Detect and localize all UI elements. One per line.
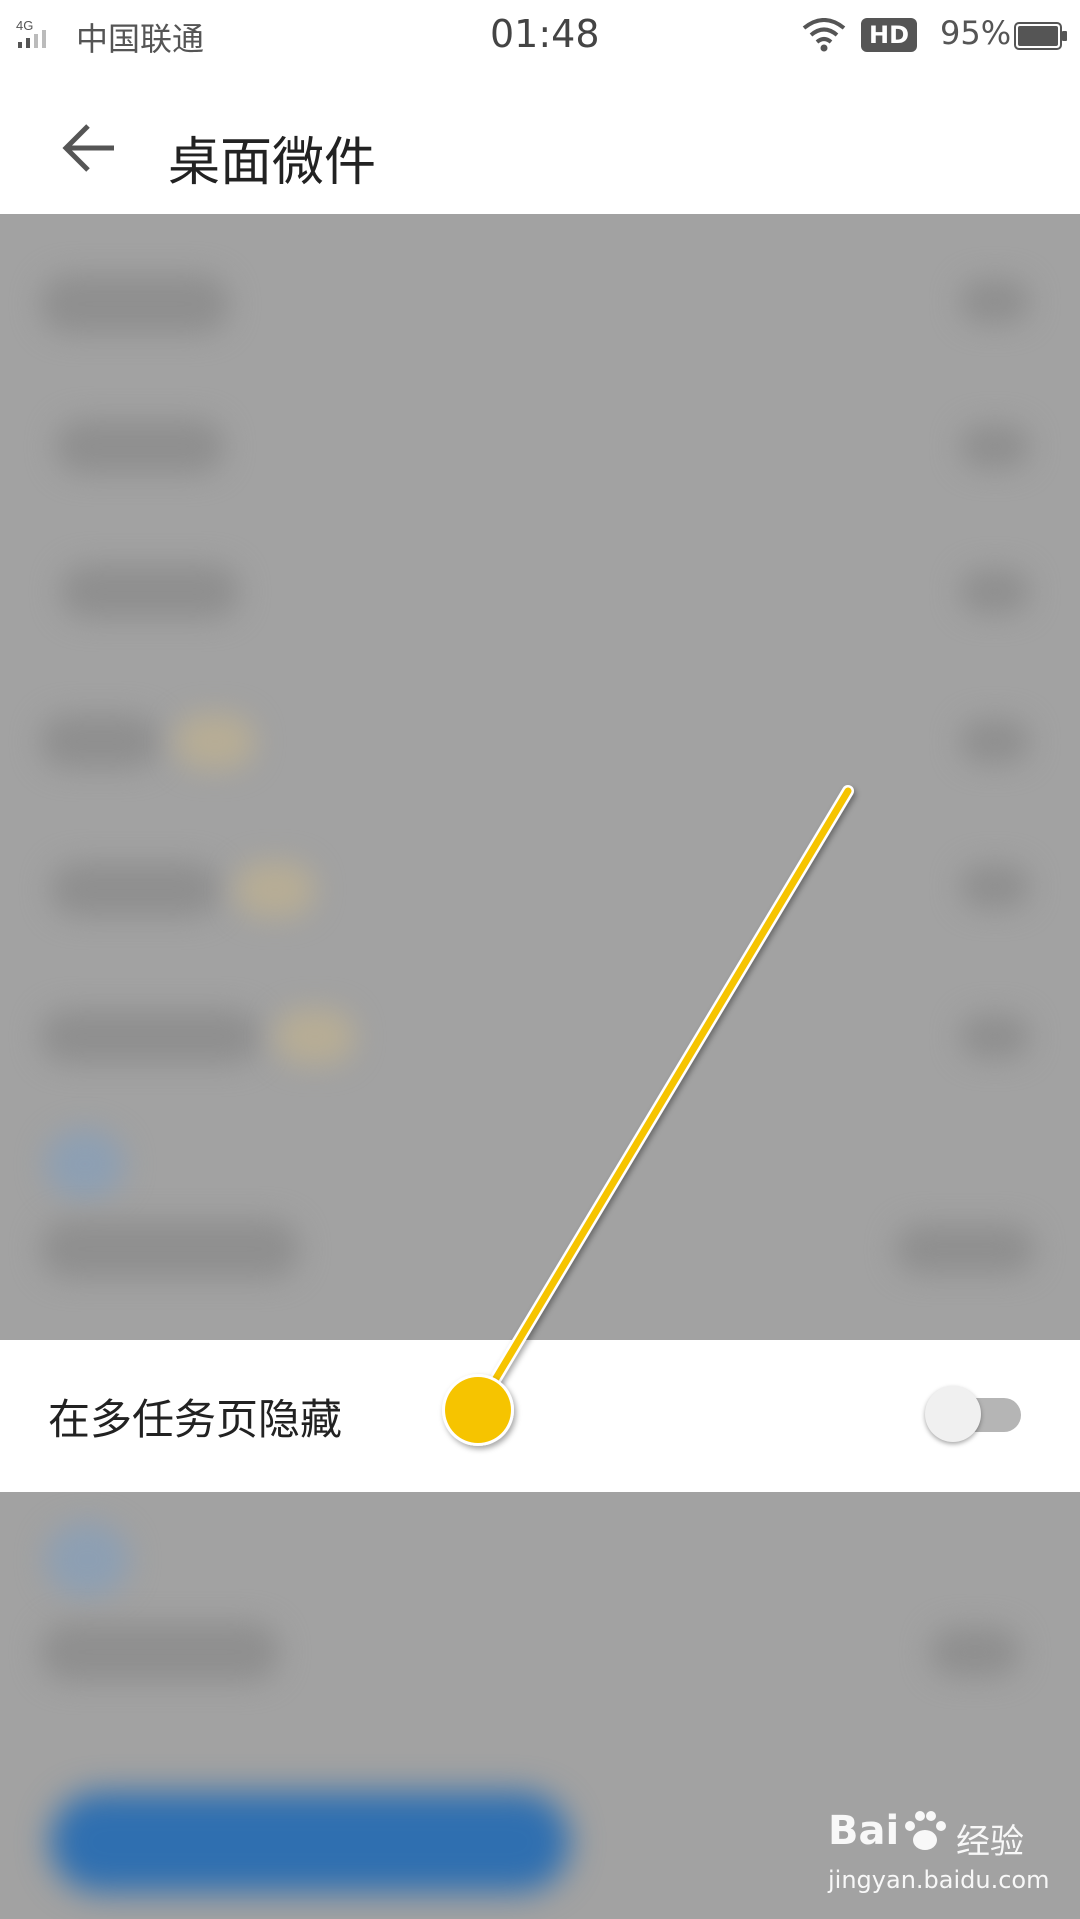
watermark-url: jingyan.baidu.com bbox=[828, 1866, 1050, 1894]
carrier-name: 中国联通 bbox=[76, 20, 205, 58]
signal-icon: 4G bbox=[16, 18, 46, 48]
blurred-action-button bbox=[50, 1792, 570, 1892]
battery-percent: 95% bbox=[940, 14, 1012, 52]
watermark-brand: Bai bbox=[828, 1808, 900, 1854]
setting-label: 在多任务页隐藏 bbox=[48, 1395, 343, 1444]
wifi-icon bbox=[802, 18, 846, 52]
dimmed-settings-content bbox=[0, 214, 1080, 1340]
watermark-brand-cn: 经验 bbox=[956, 1822, 1024, 1862]
network-type-label: 4G bbox=[16, 18, 33, 33]
page-title: 桌面微件 bbox=[168, 133, 377, 193]
clock: 01:48 bbox=[490, 12, 600, 56]
hd-badge: HD bbox=[861, 18, 917, 52]
status-bar: 4G 中国联通 01:48 HD 95% bbox=[0, 0, 1080, 72]
toggle-thumb bbox=[925, 1386, 981, 1442]
hide-in-multitask-toggle[interactable] bbox=[925, 1384, 1025, 1444]
paw-logo-icon bbox=[905, 1811, 946, 1850]
app-bar: 桌面微件 bbox=[0, 72, 1080, 214]
baidu-watermark: Bai 经验 jingyan.baidu.com bbox=[828, 1800, 1068, 1910]
setting-row-hide-in-multitask[interactable]: 在多任务页隐藏 bbox=[0, 1340, 1080, 1492]
back-arrow-icon[interactable] bbox=[58, 118, 120, 178]
battery-icon bbox=[1014, 22, 1067, 50]
